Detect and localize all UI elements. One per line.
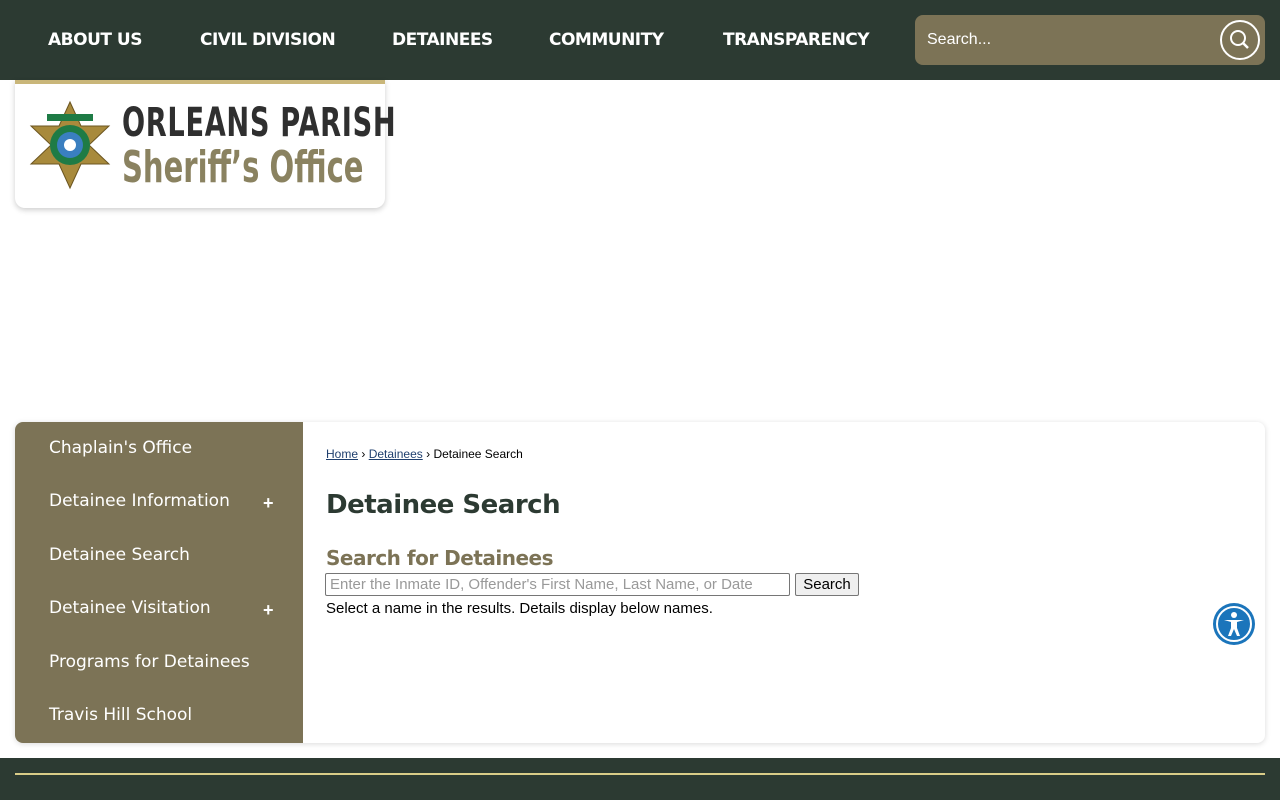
- nav-community[interactable]: COMMUNITY: [549, 30, 664, 50]
- detainee-search-input[interactable]: [325, 573, 790, 596]
- expand-detainee-visitation[interactable]: +: [263, 600, 274, 621]
- sidebar-item-detainee-information[interactable]: Detainee Information: [49, 491, 230, 511]
- site-search-input[interactable]: [927, 27, 1207, 53]
- breadcrumb-home[interactable]: Home: [326, 447, 358, 461]
- logo-line-2: Sheriff’s Office: [122, 142, 364, 193]
- search-icon: [1230, 30, 1249, 49]
- nav-civil-division[interactable]: CIVIL DIVISION: [200, 30, 336, 50]
- accessibility-button[interactable]: [1213, 603, 1255, 645]
- detainee-search-button[interactable]: Search: [795, 573, 859, 596]
- sidebar-item-programs[interactable]: Programs for Detainees: [49, 652, 250, 672]
- search-hint: Select a name in the results. Details di…: [326, 600, 713, 617]
- sidebar-item-detainee-visitation[interactable]: Detainee Visitation: [49, 598, 211, 618]
- accessibility-icon: [1216, 606, 1252, 642]
- sidebar: Chaplain's Office Detainee Information +…: [15, 422, 303, 743]
- sheriff-badge-icon: [29, 100, 111, 190]
- breadcrumb-separator: ›: [426, 447, 431, 461]
- sidebar-item-travis-hill-school[interactable]: Travis Hill School: [49, 705, 192, 725]
- sidebar-item-chaplains-office[interactable]: Chaplain's Office: [49, 438, 192, 458]
- nav-about-us[interactable]: ABOUT US: [48, 30, 142, 50]
- breadcrumb-separator: ›: [361, 447, 366, 461]
- section-title: Search for Detainees: [326, 546, 554, 570]
- breadcrumb: Home › Detainees › Detainee Search: [326, 447, 523, 461]
- breadcrumb-current: Detainee Search: [433, 447, 523, 461]
- page-title: Detainee Search: [326, 490, 561, 520]
- footer-divider: [15, 773, 1265, 775]
- breadcrumb-detainees[interactable]: Detainees: [369, 447, 423, 461]
- site-logo[interactable]: ORLEANS PARISH Sheriff’s Office: [15, 80, 396, 208]
- expand-detainee-information[interactable]: +: [263, 493, 274, 514]
- top-nav-bar: ABOUT US CIVIL DIVISION DETAINEES COMMUN…: [0, 0, 1280, 80]
- content-panel: Chaplain's Office Detainee Information +…: [15, 422, 1265, 743]
- sidebar-item-detainee-search[interactable]: Detainee Search: [49, 545, 190, 565]
- logo-line-1: ORLEANS PARISH: [122, 100, 397, 146]
- footer: [0, 758, 1280, 800]
- nav-detainees[interactable]: DETAINEES: [392, 30, 493, 50]
- nav-transparency[interactable]: TRANSPARENCY: [723, 30, 870, 50]
- search-button[interactable]: [1220, 20, 1260, 60]
- site-search: [915, 15, 1265, 65]
